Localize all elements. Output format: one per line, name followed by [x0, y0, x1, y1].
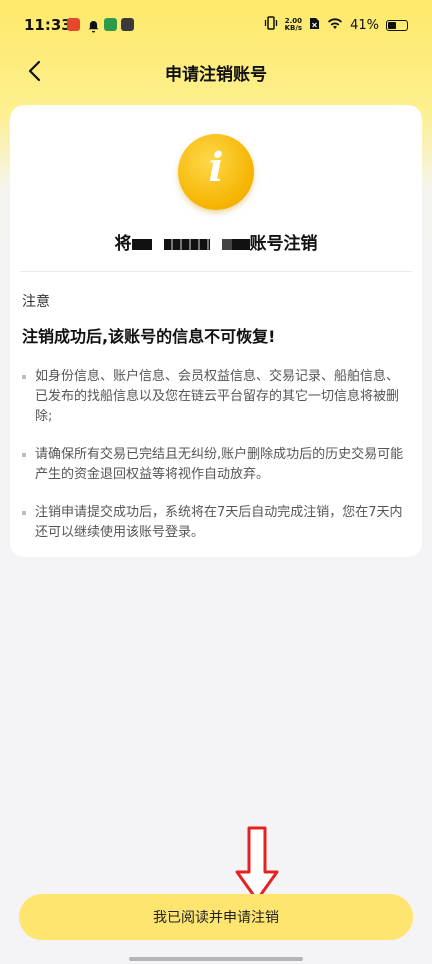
nav-bar: 申请注销账号: [0, 48, 432, 94]
notice-list: 如身份信息、账户信息、会员权益信息、交易记录、船舶信息、已发布的找船信息以及您在…: [22, 367, 410, 561]
bell-icon: [87, 18, 100, 33]
battery-icon: [386, 19, 408, 31]
sim-icon: [309, 17, 320, 34]
confirm-cancel-account-button[interactable]: 我已阅读并申请注销: [19, 894, 413, 940]
status-time: 11:33: [24, 16, 72, 34]
list-item: 注销申请提交成功后，系统将在7天后自动完成注销，您在7天内还可以继续使用该账号登…: [22, 503, 410, 543]
network-speed: 2.00 KB/s: [285, 18, 302, 32]
status-indicators: 2.00 KB/s 41%: [264, 16, 408, 34]
warning-heading: 注销成功后,该账号的信息不可恢复!: [22, 327, 276, 346]
status-bar: 11:33 2.00 KB/s 41%: [0, 0, 432, 50]
arrow-down-icon: [235, 826, 279, 902]
account-suffix: 账号注销: [249, 234, 318, 254]
divider: [20, 271, 412, 272]
list-item: 如身份信息、账户信息、会员权益信息、交易记录、船舶信息、已发布的找船信息以及您在…: [22, 367, 410, 427]
vibrate-icon: [264, 16, 278, 34]
network-speed-unit: KB/s: [284, 24, 303, 32]
info-icon: i: [178, 134, 254, 210]
info-card: i 将 账号注销 注意 注销成功后,该账号的信息不可恢复! 如身份信息、账户信息、…: [10, 105, 422, 557]
home-indicator[interactable]: [129, 957, 303, 961]
masked-account: [221, 238, 232, 250]
account-line: 将 账号注销: [10, 229, 422, 254]
notice-label: 注意: [22, 294, 50, 310]
list-item: 请确保所有交易已完结且无纠纷,账户删除成功后的历史交易可能产生的资金退回权益等将…: [22, 445, 410, 485]
app-notification-icon: [67, 18, 80, 31]
page-title: 申请注销账号: [165, 65, 267, 85]
account-prefix: 将: [114, 234, 132, 254]
masked-account: [231, 238, 250, 250]
battery-percent: 41%: [350, 17, 379, 33]
app-notification-icon: [104, 18, 117, 31]
masked-account: [131, 238, 152, 250]
wifi-icon: [327, 17, 343, 34]
app-notification-icon: [121, 18, 134, 31]
masked-account: [163, 238, 210, 250]
